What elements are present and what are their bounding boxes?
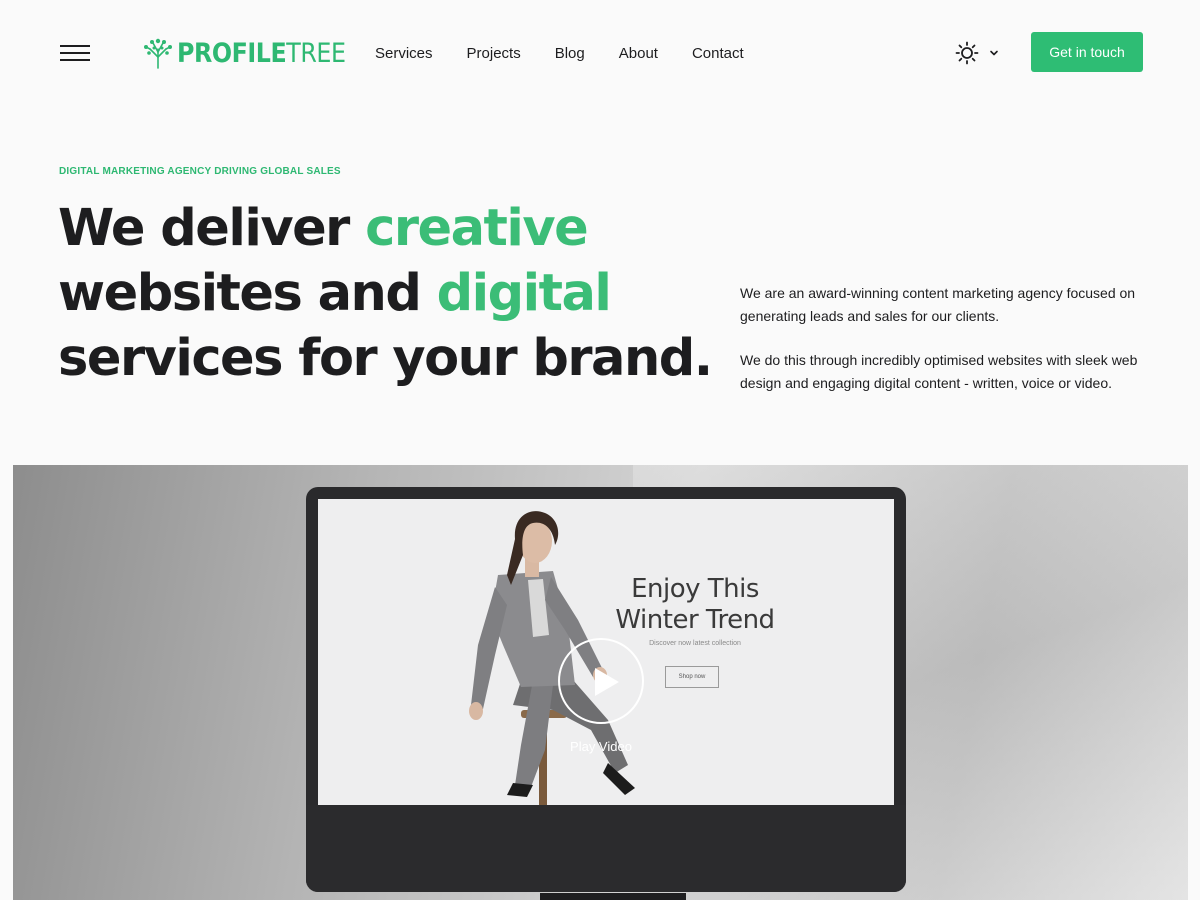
promo-title: Enjoy This Winter Trend bbox=[595, 574, 795, 636]
tree-logo-icon bbox=[144, 38, 172, 69]
play-video-label[interactable]: Play Video bbox=[541, 739, 661, 754]
chevron-down-icon bbox=[990, 50, 998, 56]
hamburger-line bbox=[60, 52, 90, 54]
video-showcase: Enjoy This Winter Trend Discover now lat… bbox=[13, 465, 1188, 900]
nav-blog[interactable]: Blog bbox=[555, 45, 585, 62]
monitor-stand bbox=[540, 893, 686, 900]
page: PROFILETREE Services Projects Blog About… bbox=[0, 0, 1200, 900]
monitor-bezel bbox=[306, 805, 906, 892]
play-icon bbox=[595, 668, 619, 696]
description-paragraph: We are an award-winning content marketin… bbox=[740, 285, 1136, 324]
headline-part-3: services for your brand. bbox=[58, 329, 713, 388]
description-paragraph: We do this through incredibly optimised … bbox=[740, 352, 1138, 391]
promo-title-line: Enjoy This bbox=[631, 574, 759, 604]
play-video-button[interactable] bbox=[558, 638, 644, 724]
hamburger-menu-icon[interactable] bbox=[60, 44, 90, 62]
get-in-touch-button[interactable]: Get in touch bbox=[1031, 32, 1143, 72]
logo-text: PROFILETREE bbox=[177, 38, 346, 69]
logo[interactable]: PROFILETREE bbox=[143, 36, 369, 70]
hero-description: We are an award-winning content marketin… bbox=[740, 282, 1150, 416]
hero-eyebrow: DIGITAL MARKETING AGENCY DRIVING GLOBAL … bbox=[59, 166, 341, 177]
headline-highlight-creative: creative bbox=[365, 199, 589, 258]
headline-highlight-digital: digital bbox=[436, 264, 612, 323]
headline-part-1: We deliver bbox=[58, 199, 366, 258]
theme-toggle[interactable] bbox=[955, 41, 1003, 65]
nav-about[interactable]: About bbox=[619, 45, 658, 62]
headline-part-2: websites and bbox=[58, 264, 437, 323]
shop-now-button: Shop now bbox=[665, 666, 719, 688]
promo-title-line: Winter Trend bbox=[615, 605, 775, 635]
hamburger-line bbox=[60, 45, 90, 47]
sun-icon bbox=[955, 41, 979, 65]
nav-contact[interactable]: Contact bbox=[692, 45, 744, 62]
hero-headline: We deliver creative websites and digital s… bbox=[58, 196, 738, 391]
hero-section: DIGITAL MARKETING AGENCY DRIVING GLOBAL … bbox=[0, 110, 1200, 455]
hamburger-line bbox=[60, 59, 90, 61]
nav-projects[interactable]: Projects bbox=[467, 45, 521, 62]
site-header: PROFILETREE Services Projects Blog About… bbox=[0, 0, 1200, 110]
logo-text-bold: PROFILE bbox=[177, 37, 287, 69]
nav-services[interactable]: Services bbox=[375, 45, 433, 62]
main-nav: Services Projects Blog About Contact bbox=[375, 45, 778, 62]
logo-text-light: TREE bbox=[286, 37, 346, 69]
